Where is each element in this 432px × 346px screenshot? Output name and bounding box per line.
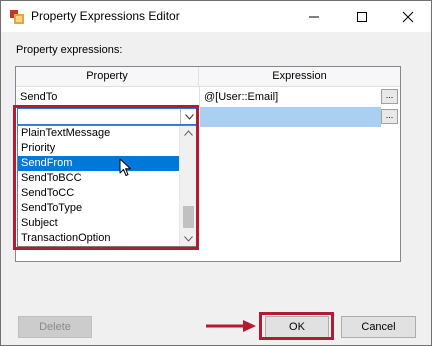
- property-expressions-label: Property expressions:: [16, 44, 123, 56]
- expression-cell[interactable]: @[User::Email]: [199, 87, 379, 107]
- expression-cell[interactable]: [200, 107, 381, 127]
- title-bar: Property Expressions Editor: [1, 1, 431, 32]
- window-title: Property Expressions Editor: [31, 9, 180, 23]
- column-header-expression[interactable]: Expression: [199, 67, 400, 87]
- column-header-property[interactable]: Property: [16, 67, 199, 87]
- cancel-button[interactable]: Cancel: [341, 316, 416, 338]
- close-button[interactable]: [385, 1, 431, 32]
- expression-builder-button[interactable]: ...: [381, 109, 398, 124]
- table-row[interactable]: SendTo @[User::Email] ...: [16, 87, 400, 107]
- close-icon: [402, 11, 414, 22]
- maximize-button[interactable]: [339, 1, 385, 32]
- expression-builder-button[interactable]: ...: [381, 89, 398, 104]
- minimize-button[interactable]: [291, 1, 337, 32]
- minimize-icon: [309, 16, 319, 17]
- delete-button[interactable]: Delete: [18, 316, 92, 338]
- maximize-icon: [357, 11, 367, 22]
- arrow-icon: [206, 320, 256, 332]
- dropdown-callout: [13, 105, 199, 250]
- app-icon: [10, 10, 24, 24]
- property-expressions-editor-window: Property Expressions Editor Property exp…: [0, 0, 432, 346]
- property-cell[interactable]: SendTo: [16, 87, 199, 107]
- ok-callout: [259, 312, 334, 340]
